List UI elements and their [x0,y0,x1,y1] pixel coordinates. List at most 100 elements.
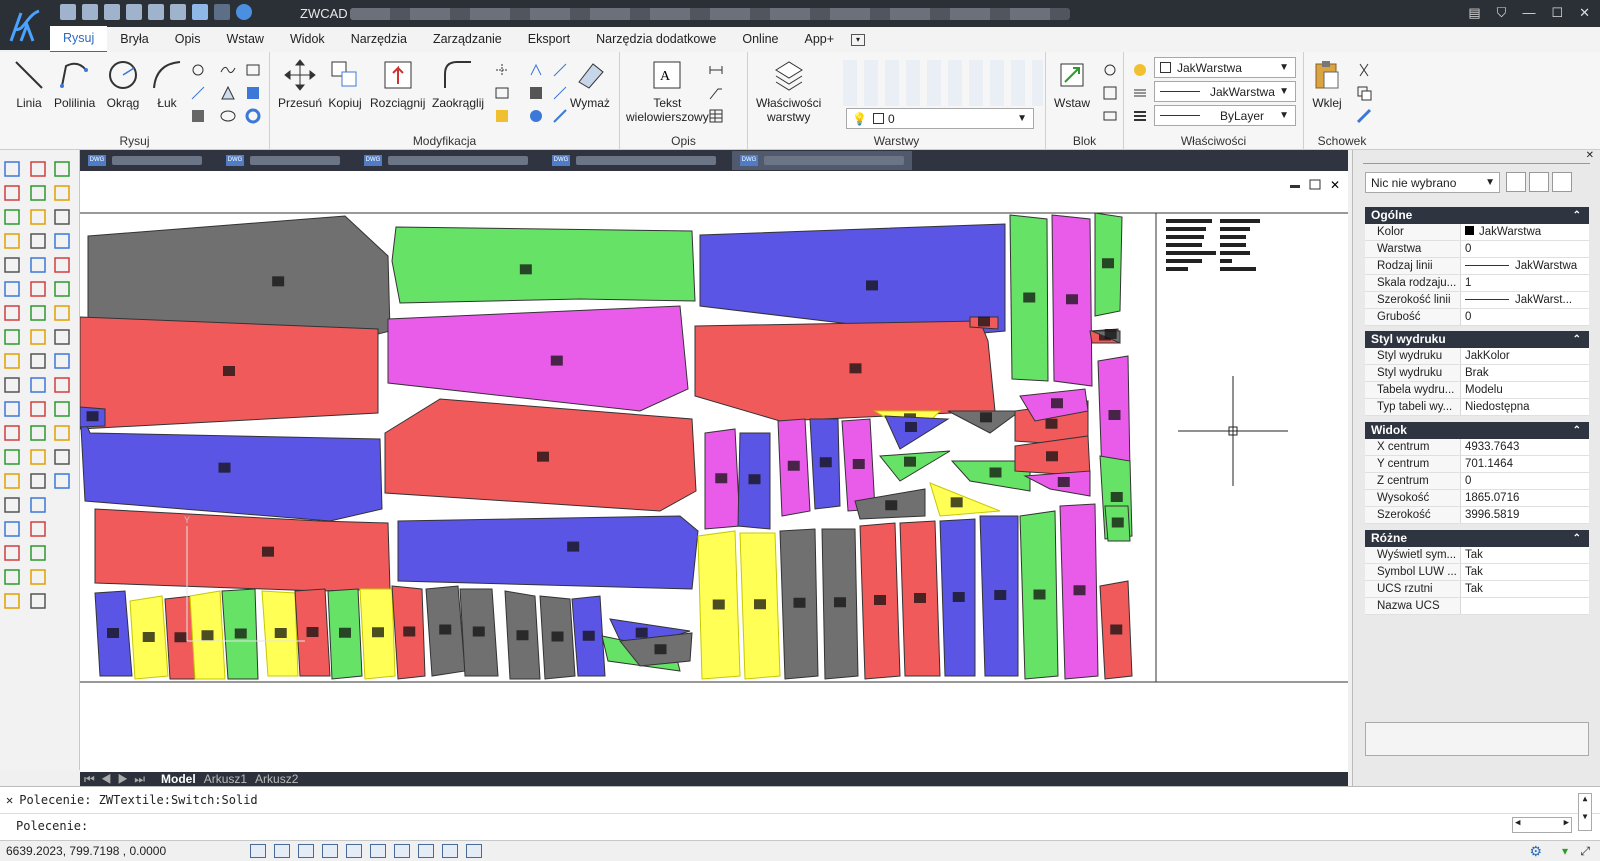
save-as-icon[interactable] [126,4,142,20]
polar-icon[interactable] [322,844,338,858]
offset-icon[interactable] [552,62,568,78]
match-brush-icon[interactable] [1356,108,1372,124]
pattern-piece[interactable] [87,215,391,337]
drawing-canvas[interactable]: ✕ Y [80,171,1348,772]
dynamic-input-icon[interactable] [394,844,410,858]
linetype-icon[interactable] [1132,85,1148,101]
copy-button[interactable]: Kopiuj [328,58,362,110]
property-row[interactable]: Szerokość 3996.5819 [1365,507,1589,524]
layout-icon[interactable]: ▤ [1468,5,1480,21]
circle-button[interactable]: Okrąg [106,58,140,110]
help-icon[interactable] [236,4,252,20]
property-row[interactable]: Typ tabeli wy... Niedostępna [1365,399,1589,416]
quick-select-button[interactable] [1552,172,1572,192]
save-icon[interactable] [104,4,120,20]
tool-icon[interactable] [54,473,70,489]
command-vscroll[interactable]: ▲ ▼ [1578,793,1592,831]
tool-icon[interactable] [54,257,70,273]
plot-preview-icon[interactable] [170,4,186,20]
viewport-minimize-icon[interactable] [1290,185,1300,188]
property-row[interactable]: Skala rodzaju... 1 [1365,275,1589,292]
tool-icon[interactable] [4,209,20,225]
pattern-piece[interactable] [94,508,391,592]
stretch-button[interactable]: Rozciągnij [370,58,425,110]
tool-icon[interactable] [30,281,46,297]
tool-icon[interactable] [4,425,20,441]
tool-icon[interactable] [30,569,46,585]
section-header[interactable]: Styl wydruku ⌃ [1365,331,1589,348]
match-properties-icon[interactable] [1132,62,1148,78]
tab-extra-tools[interactable]: Narzędzia dodatkowe [583,27,729,52]
property-row[interactable]: Y centrum 701.1464 [1365,456,1589,473]
redo-icon[interactable] [214,4,230,20]
tab-model[interactable]: Model [161,772,196,786]
property-row[interactable]: Z centrum 0 [1365,473,1589,490]
tool-icon[interactable] [54,449,70,465]
donut-icon[interactable] [245,108,261,124]
color-dropdown[interactable]: JakWarstwa ▼ [1154,57,1296,78]
create-block-icon[interactable] [1102,62,1118,78]
tool-icon[interactable] [30,449,46,465]
document-tab[interactable]: DWG [356,151,536,170]
tool-icon[interactable] [54,209,70,225]
tool-icon[interactable] [4,593,20,609]
section-header[interactable]: Ogólne ⌃ [1365,207,1589,224]
gear-icon[interactable]: ⚙ [1529,843,1542,860]
copy-clip-icon[interactable] [1356,85,1372,101]
print-icon[interactable] [148,4,164,20]
command-scroll[interactable]: ◀ ▶ [1512,817,1572,833]
open-file-icon[interactable] [82,4,98,20]
pattern-piece[interactable] [1023,470,1091,497]
property-row[interactable]: Wysokość 1865.0716 [1365,490,1589,507]
tool-icon[interactable] [4,545,20,561]
fillet-button[interactable]: Zaokrąglij [432,58,484,110]
viewport-restore-icon[interactable] [1309,179,1321,190]
tool-icon[interactable] [54,281,70,297]
panel-close-icon[interactable]: ✕ [1586,150,1594,161]
property-row[interactable]: Szerokość linii JakWarst... [1365,292,1589,309]
minimize-button[interactable]: — [1522,5,1535,21]
selection-cycling-icon[interactable] [442,844,458,858]
lineweight-dropdown[interactable]: ByLayer ▼ [1154,105,1296,126]
tool-icon[interactable] [4,377,20,393]
insert-button[interactable]: Wstaw [1054,58,1090,110]
property-row[interactable]: Styl wydruku Brak [1365,365,1589,382]
leader-icon[interactable] [708,85,724,101]
ribbon-minimize-icon[interactable]: ▾ [851,33,866,46]
section-header[interactable]: Widok ⌃ [1365,422,1589,439]
hatch-icon[interactable] [190,85,206,101]
erase-button[interactable]: Wymaż [570,58,610,110]
property-row[interactable]: Tabela wydru... Modelu [1365,382,1589,399]
tool-icon[interactable] [30,497,46,513]
dimension-icon[interactable] [708,62,724,78]
tab-manage[interactable]: Zarządzanie [420,27,515,52]
tab-tools[interactable]: Narzędzia [338,27,420,52]
tool-icon[interactable] [4,257,20,273]
tool-icon[interactable] [54,329,70,345]
spline-icon[interactable] [220,62,236,78]
tool-icon[interactable] [54,161,70,177]
pattern-piece[interactable] [397,515,699,590]
viewport-close-icon[interactable]: ✕ [1330,178,1340,192]
new-file-icon[interactable] [60,4,76,20]
tool-icon[interactable] [54,233,70,249]
tool-icon[interactable] [30,257,46,273]
tool-icon[interactable] [4,185,20,201]
tool-icon[interactable] [54,425,70,441]
cut-icon[interactable] [1356,62,1372,78]
property-row[interactable]: UCS rzutni Tak [1365,581,1589,598]
command-input[interactable]: Polecenie: [16,817,1506,837]
tab-online[interactable]: Online [729,27,791,52]
arc-button[interactable]: Łuk [150,58,184,110]
document-tab[interactable]: DWG [80,151,210,170]
tshirt-icon[interactable]: ⛉ [1497,5,1507,21]
property-row[interactable]: Grubość 0 [1365,309,1589,326]
revcloud-icon[interactable] [220,108,236,124]
region-icon[interactable] [245,85,261,101]
tab-sheet1[interactable]: Arkusz1 [204,772,247,786]
tool-icon[interactable] [30,377,46,393]
otrack-icon[interactable] [370,844,386,858]
tool-icon[interactable] [30,209,46,225]
property-row[interactable]: Styl wydruku JakKolor [1365,348,1589,365]
property-row[interactable]: Symbol LUW ... Tak [1365,564,1589,581]
